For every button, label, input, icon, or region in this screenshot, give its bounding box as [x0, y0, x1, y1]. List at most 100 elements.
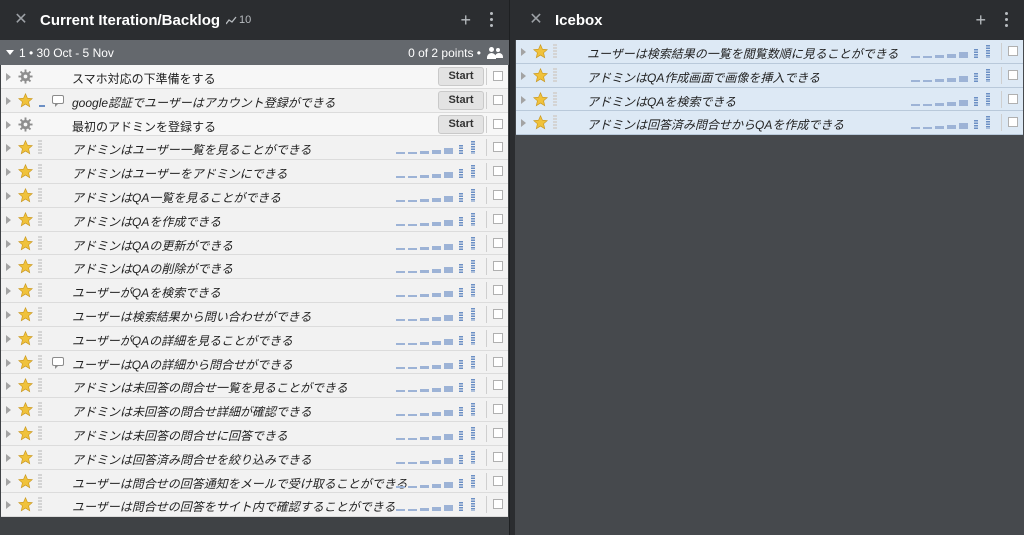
estimate-option[interactable] [444, 267, 453, 274]
story-title[interactable]: 最初のアドミンを登録する [72, 118, 216, 135]
estimate-option[interactable] [420, 508, 429, 512]
estimate-selector[interactable] [396, 330, 482, 347]
select-checkbox[interactable] [493, 285, 503, 296]
estimate-option[interactable] [986, 45, 990, 58]
estimate-option[interactable] [947, 101, 956, 106]
iteration-header[interactable]: 1 • 30 Oct - 5 Nov 0 of 2 points • [0, 40, 509, 65]
estimate-option[interactable] [923, 56, 932, 58]
select-checkbox[interactable] [493, 237, 503, 248]
estimate-option[interactable] [935, 55, 944, 58]
estimate-option[interactable] [459, 240, 463, 250]
story-row[interactable]: ユーザーは問合せの回答をサイト内で確認することができる [1, 493, 508, 518]
expand-caret-icon[interactable] [6, 429, 11, 438]
select-checkbox[interactable] [493, 261, 503, 272]
expand-caret-icon[interactable] [6, 382, 11, 391]
estimate-option[interactable] [420, 436, 429, 440]
estimate-option[interactable] [974, 72, 978, 82]
estimate-option[interactable] [911, 56, 920, 58]
story-row[interactable]: アドミンはQAを作成できる [1, 207, 508, 232]
estimate-option[interactable] [420, 365, 429, 369]
story-row[interactable]: 最初のアドミンを登録する Start [1, 112, 508, 137]
estimate-option[interactable] [432, 483, 441, 488]
select-checkbox[interactable] [1008, 46, 1018, 56]
estimate-selector[interactable] [911, 114, 997, 131]
expand-caret-icon[interactable] [6, 477, 11, 486]
estimate-option[interactable] [408, 461, 417, 464]
estimate-option[interactable] [471, 403, 475, 417]
estimate-option[interactable] [408, 342, 417, 345]
story-title[interactable]: アドミンは未回答の問合せ一覧を見ることができる [72, 379, 348, 396]
select-checkbox[interactable] [493, 71, 503, 81]
estimate-option[interactable] [432, 412, 441, 417]
story-title[interactable]: アドミンはQA作成画面で画像を挿入できる [587, 69, 820, 86]
estimate-option[interactable] [396, 247, 405, 250]
estimate-option[interactable] [471, 474, 475, 488]
estimate-option[interactable] [959, 52, 968, 58]
expand-caret-icon[interactable] [6, 453, 11, 462]
estimate-option[interactable] [444, 481, 453, 488]
estimate-option[interactable] [408, 199, 417, 202]
estimate-option[interactable] [947, 125, 956, 130]
estimate-selector[interactable] [396, 377, 482, 394]
estimate-option[interactable] [947, 54, 956, 58]
story-title[interactable]: アドミンはQAの更新ができる [72, 237, 233, 254]
estimate-selector[interactable] [396, 306, 482, 323]
story-title[interactable]: アドミンはQAの削除ができる [72, 260, 233, 277]
select-checkbox[interactable] [493, 404, 503, 415]
estimate-option[interactable] [974, 120, 978, 130]
estimate-option[interactable] [471, 165, 475, 179]
estimate-option[interactable] [444, 314, 453, 321]
story-title[interactable]: アドミンはユーザー一覧を見ることができる [72, 141, 312, 158]
estimate-option[interactable] [432, 435, 441, 440]
story-row[interactable]: アドミンはQA一覧を見ることができる [1, 183, 508, 208]
estimate-option[interactable] [471, 307, 475, 321]
estimate-option[interactable] [444, 172, 453, 179]
expand-caret-icon[interactable] [521, 95, 526, 104]
estimate-selector[interactable] [396, 496, 482, 513]
estimate-selector[interactable] [396, 282, 482, 299]
estimate-option[interactable] [459, 264, 463, 274]
select-checkbox[interactable] [493, 451, 503, 462]
story-row[interactable]: ユーザーはQAの詳細から問合せができる [1, 350, 508, 375]
estimate-selector[interactable] [396, 235, 482, 252]
estimate-option[interactable] [432, 221, 441, 226]
estimate-option[interactable] [459, 145, 463, 155]
estimate-option[interactable] [459, 192, 463, 202]
estimate-selector[interactable] [396, 211, 482, 228]
story-row[interactable]: アドミンは回答済み問合せからQAを作成できる [516, 111, 1023, 136]
story-title[interactable]: アドミンはQAを作成できる [72, 213, 221, 230]
estimate-selector[interactable] [911, 67, 997, 84]
story-title[interactable]: アドミンは回答済み問合せからQAを作成できる [587, 116, 844, 133]
story-title[interactable]: ユーザーはQAの詳細から問合せができる [72, 356, 293, 373]
estimate-option[interactable] [459, 430, 463, 440]
estimate-option[interactable] [408, 318, 417, 321]
estimate-option[interactable] [408, 414, 417, 417]
expand-caret-icon[interactable] [521, 71, 526, 80]
estimate-option[interactable] [471, 284, 475, 298]
estimate-option[interactable] [947, 77, 956, 82]
estimate-option[interactable] [444, 338, 453, 345]
more-vertical-icon[interactable] [489, 12, 493, 28]
story-title[interactable]: ユーザーは検索結果の一覧を閲覧数順に見ることができる [587, 45, 899, 62]
estimate-option[interactable] [986, 116, 990, 130]
estimate-selector[interactable] [396, 401, 482, 418]
close-icon[interactable]: ✕ [529, 12, 543, 28]
estimate-option[interactable] [459, 407, 463, 417]
estimate-option[interactable] [420, 175, 429, 179]
story-title[interactable]: ユーザーは問合せの回答通知をメールで受け取ることができる [72, 475, 408, 492]
story-title[interactable]: ユーザーは問合せの回答をサイト内で確認することができる [72, 498, 396, 515]
estimate-option[interactable] [396, 318, 405, 321]
estimate-option[interactable] [432, 340, 441, 345]
estimate-option[interactable] [471, 141, 475, 155]
estimate-selector[interactable] [396, 354, 482, 371]
estimate-option[interactable] [396, 342, 405, 345]
story-row[interactable]: アドミンはQAの更新ができる [1, 231, 508, 256]
story-row[interactable]: アドミンはQA作成画面で画像を挿入できる [516, 63, 1023, 88]
expand-caret-icon[interactable] [6, 96, 11, 105]
estimate-option[interactable] [408, 271, 417, 274]
select-checkbox[interactable] [1008, 69, 1018, 80]
estimate-option[interactable] [471, 331, 475, 345]
estimate-option[interactable] [444, 291, 453, 298]
estimate-option[interactable] [396, 461, 405, 464]
estimate-option[interactable] [432, 507, 441, 512]
